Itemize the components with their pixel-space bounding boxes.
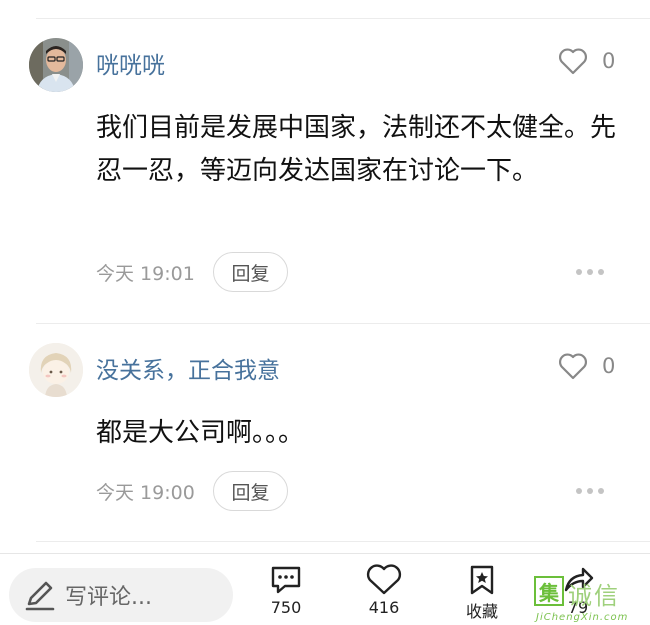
dot — [587, 488, 593, 494]
like-button[interactable]: 0 — [558, 47, 615, 75]
like-count: 0 — [602, 49, 616, 73]
dot — [587, 269, 593, 275]
like-total: 416 — [368, 598, 400, 617]
username[interactable]: 咣咣咣 — [96, 46, 165, 80]
watermark-chinese: 诚信 — [568, 582, 620, 610]
bookmark-star-icon — [470, 565, 494, 595]
pencil-icon — [25, 581, 55, 611]
comment-bubble-icon — [271, 566, 301, 594]
more-dots-icon[interactable] — [576, 269, 604, 275]
write-comment-input[interactable]: 写评论... — [9, 568, 233, 622]
comment-meta: 今天 19:00 回复 — [96, 471, 288, 511]
comment-meta: 今天 19:01 回复 — [96, 252, 288, 292]
favorite-button[interactable]: 收藏 — [452, 564, 512, 622]
dot — [576, 488, 582, 494]
timestamp: 今天 19:01 — [96, 262, 195, 285]
dot — [598, 488, 604, 494]
like-count-button[interactable]: 416 — [354, 564, 414, 617]
write-comment-placeholder: 写评论... — [65, 585, 152, 610]
avatar[interactable] — [29, 343, 83, 397]
heart-outline-icon — [559, 353, 587, 380]
watermark-english: JiChengXin.com — [536, 612, 629, 623]
heart-outline-icon — [559, 48, 587, 75]
like-count: 0 — [602, 354, 616, 378]
like-button[interactable]: 0 — [558, 352, 615, 380]
reply-button[interactable]: 回复 — [213, 252, 288, 292]
dot — [598, 269, 604, 275]
username[interactable]: 没关系，正合我意 — [96, 351, 280, 385]
comment-divider — [36, 323, 650, 324]
favorite-label: 收藏 — [465, 602, 498, 621]
avatar-photo-icon — [29, 38, 83, 92]
timestamp: 今天 19:00 — [96, 481, 195, 504]
watermark-box: 集 — [534, 576, 564, 606]
comment-count-button[interactable]: 750 — [256, 564, 316, 617]
dot — [576, 269, 582, 275]
watermark-logo: 集 诚信 JiChengXin.com — [534, 576, 650, 625]
comment-text: 都是大公司啊。。。 — [96, 418, 305, 448]
comment-divider — [36, 541, 650, 542]
avatar[interactable] — [29, 38, 83, 92]
comment-text: 我们目前是发展中国家，法制还不太健全。先忍一忍，等迈向发达国家在讨论一下。 — [96, 113, 617, 186]
avatar-cartoon-icon — [29, 343, 83, 397]
more-dots-icon[interactable] — [576, 488, 604, 494]
reply-button[interactable]: 回复 — [213, 471, 288, 511]
top-divider — [36, 18, 650, 19]
heart-icon — [366, 564, 402, 595]
comment-count: 750 — [270, 598, 302, 617]
